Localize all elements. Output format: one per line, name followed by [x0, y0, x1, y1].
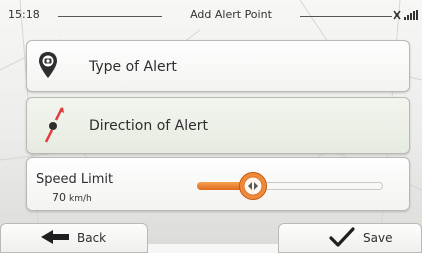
clock: 15:18	[8, 8, 40, 21]
speed-limit-panel: Speed Limit 70 km/h	[26, 157, 410, 211]
speed-camera-icon	[39, 52, 57, 78]
speed-limit-value: 70 km/h	[52, 191, 92, 204]
save-button[interactable]: Save	[278, 223, 422, 253]
slider-knob[interactable]	[238, 171, 268, 201]
back-label: Back	[77, 231, 107, 245]
speed-value-number: 70	[52, 191, 66, 204]
speed-limit-slider[interactable]	[197, 172, 383, 200]
type-of-alert-button[interactable]: Type of Alert	[26, 40, 410, 92]
save-label: Save	[363, 231, 393, 245]
page-title: Add Alert Point	[190, 8, 272, 21]
gps-signal-icon	[393, 10, 418, 20]
title-divider-left	[58, 16, 162, 17]
type-of-alert-label: Type of Alert	[89, 59, 177, 75]
speed-unit: km/h	[69, 194, 92, 204]
direction-arrow-icon	[44, 107, 64, 143]
status-bar: 15:18 Add Alert Point	[0, 0, 422, 32]
speed-limit-label: Speed Limit	[36, 172, 114, 187]
title-divider-right	[300, 16, 392, 17]
back-button[interactable]: Back	[0, 223, 148, 253]
direction-of-alert-label: Direction of Alert	[89, 118, 208, 134]
arrow-left-icon	[41, 230, 69, 244]
checkmark-icon	[329, 227, 355, 247]
direction-of-alert-button[interactable]: Direction of Alert	[26, 97, 410, 154]
